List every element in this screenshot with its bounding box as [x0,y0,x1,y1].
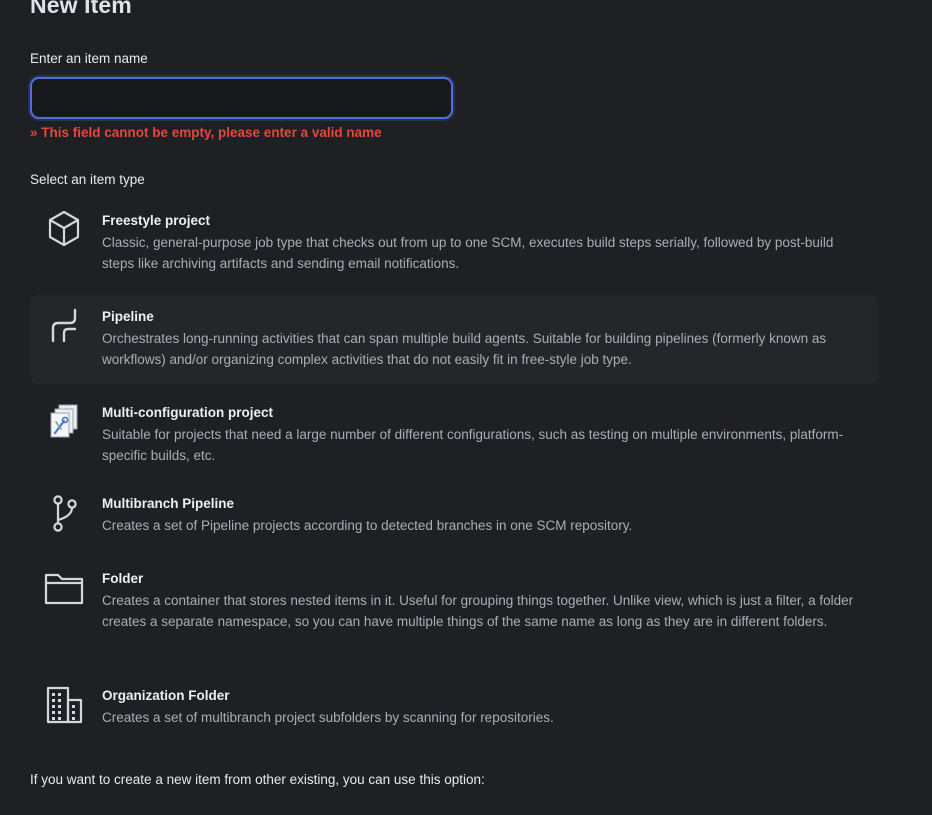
item-type-pipeline[interactable]: Pipeline Orchestrates long-running activ… [30,295,878,384]
item-type-multi-configuration-project[interactable]: Multi-configuration project Suitable for… [30,391,878,477]
item-description: Suitable for projects that need a large … [102,427,844,463]
folder-icon [44,569,84,609]
pipeline-icon [44,307,84,347]
organization-building-icon [44,686,84,726]
item-type-folder[interactable]: Folder Creates a container that stores n… [30,557,878,663]
item-name-input[interactable] [30,77,453,119]
item-type-organization-folder[interactable]: Organization Folder Creates a set of mul… [30,674,878,738]
item-title: Multi-configuration project [102,405,273,420]
item-description: Creates a set of Pipeline projects accor… [102,518,633,533]
copy-from-existing-text: If you want to create a new item from ot… [30,772,485,787]
item-title: Pipeline [102,309,154,324]
item-type-freestyle-project[interactable]: Freestyle project Classic, general-purpo… [30,199,878,285]
item-type-multibranch-pipeline[interactable]: Multibranch Pipeline Creates a set of Pi… [30,482,878,546]
page-title: New Item [30,0,132,18]
item-title: Organization Folder [102,688,230,703]
item-description: Creates a set of multibranch project sub… [102,710,554,725]
item-title: Folder [102,571,144,586]
item-name-label: Enter an item name [30,51,148,66]
git-branch-icon [44,494,84,534]
item-title: Freestyle project [102,213,211,228]
item-title: Multibranch Pipeline [102,496,235,511]
item-description: Orchestrates long-running activities tha… [102,331,827,367]
new-item-page: New Item Enter an item name » This field… [0,0,932,815]
item-description: Creates a container that stores nested i… [102,593,854,629]
item-description: Classic, general-purpose job type that c… [102,235,834,271]
item-name-error: » This field cannot be empty, please ent… [30,125,382,140]
cube-icon [44,209,84,249]
multi-configuration-icon [44,403,84,443]
item-type-label: Select an item type [30,172,145,187]
